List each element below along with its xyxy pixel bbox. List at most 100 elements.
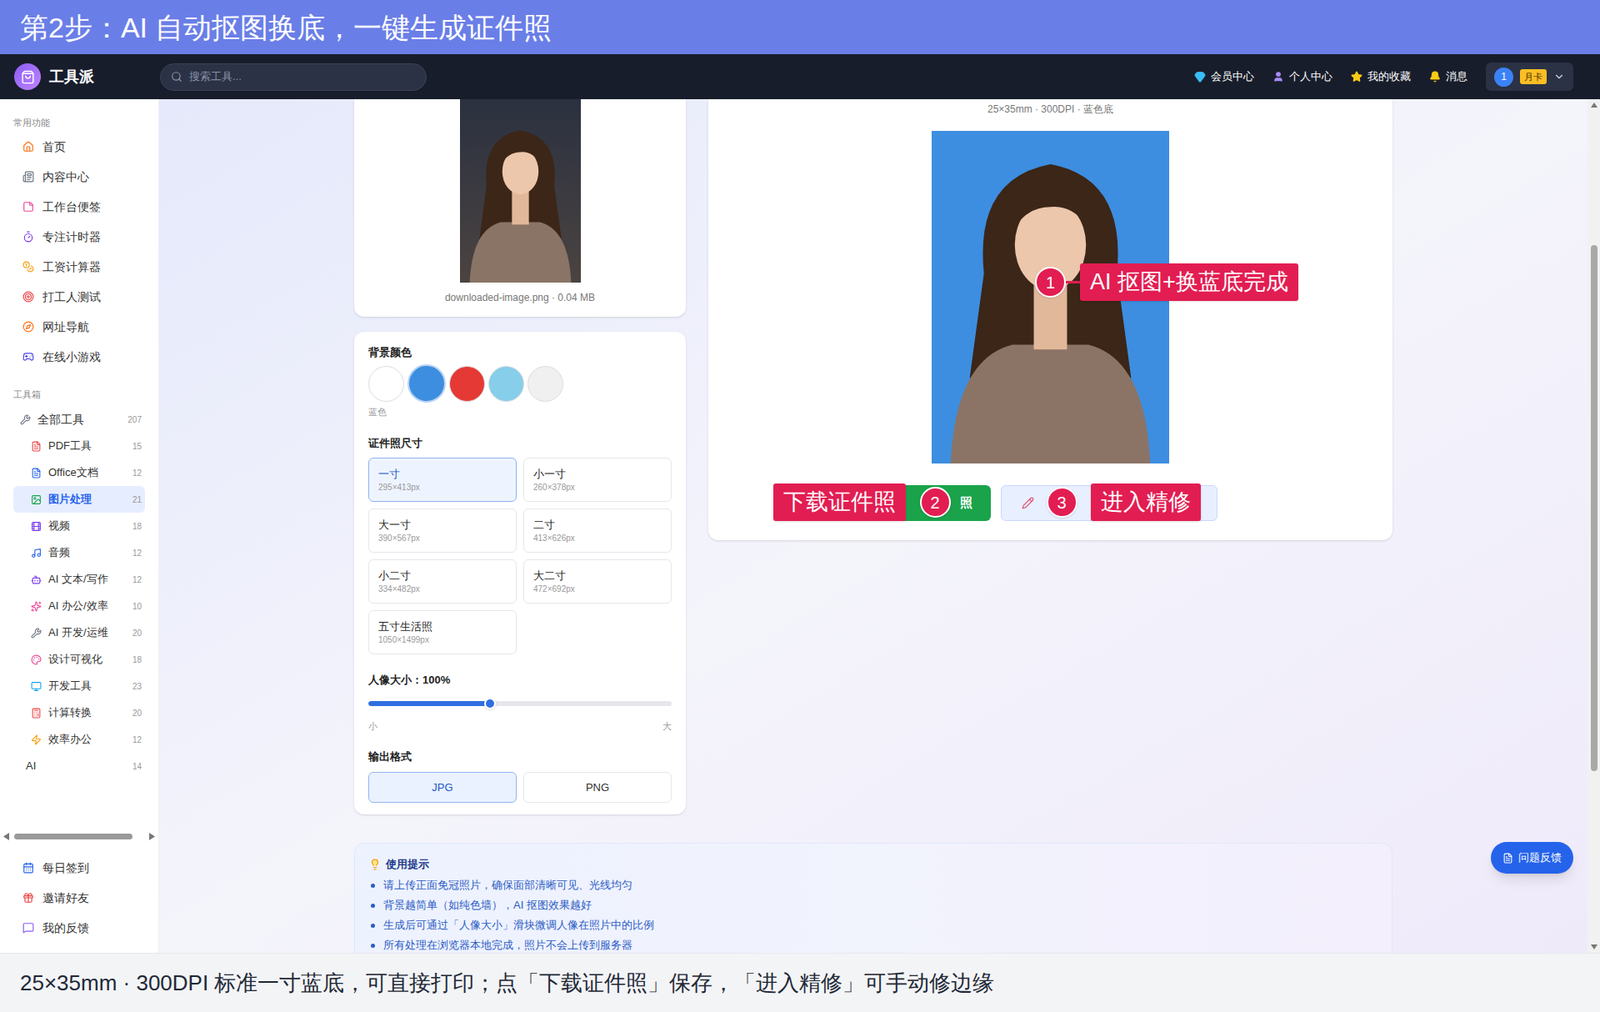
sidebar-tool-item[interactable]: 计算转换20: [13, 699, 145, 726]
sidebar-tool-item[interactable]: AI 开发/运维20: [13, 619, 145, 646]
format-option[interactable]: PNG: [523, 771, 672, 803]
tips-title: 使用提示: [385, 856, 430, 872]
color-swatch[interactable]: [449, 365, 485, 402]
tip-item: 生成后可通过「人像大小」滑块微调人像在照片中的比例: [369, 915, 1378, 935]
sidebar-tool-item[interactable]: 效率办公12: [13, 725, 145, 753]
sidebar-item[interactable]: 在线小游戏: [0, 341, 159, 372]
color-swatch[interactable]: [488, 365, 525, 402]
tip-item: 所有处理在浏览器本地完成，照片不会上传到服务器: [369, 935, 1378, 953]
sidebar-item-count: 12: [132, 546, 142, 560]
sidebar-tool-item[interactable]: 视频18: [13, 512, 145, 540]
annotation-badge: 3: [1046, 486, 1078, 518]
sidebar-tool-item[interactable]: AI 办公/效率10: [13, 592, 145, 620]
sidebar-item[interactable]: 打工人测试: [0, 281, 159, 312]
scroll-left-icon[interactable]: [3, 832, 10, 840]
sidebar-tool-item[interactable]: 音频12: [13, 539, 145, 566]
sidebar-item-icon: [30, 734, 42, 745]
sidebar-item[interactable]: 内容中心: [0, 161, 159, 192]
scroll-down-icon[interactable]: [1590, 944, 1598, 950]
size-option[interactable]: 一寸295×413px: [368, 457, 517, 502]
slider-min: 小: [368, 720, 378, 732]
size-option[interactable]: 小二寸334×482px: [368, 559, 517, 604]
header-nav-item[interactable]: 个人中心: [1272, 68, 1333, 85]
scroll-up-icon[interactable]: [1590, 102, 1598, 108]
scrollbar-thumb[interactable]: [1590, 245, 1598, 771]
color-swatch[interactable]: [368, 365, 405, 402]
sidebar-item[interactable]: 工作台便签: [0, 191, 159, 222]
settings-card: 背景颜色蓝色证件照尺寸一寸295×413px小一寸260×378px大一寸390…: [354, 331, 686, 815]
sidebar-tool-item[interactable]: PDF工具15: [13, 432, 145, 460]
pencil-icon: [1021, 496, 1035, 510]
size-option[interactable]: 大二寸472×692px: [523, 559, 672, 604]
size-option[interactable]: 大一寸390×567px: [368, 508, 517, 553]
sidebar-tool-item[interactable]: 开发工具23: [13, 672, 145, 700]
caption-bar: 25×35mm · 300DPI 标准一寸蓝底，可直接打印；点「下载证件照」保存…: [0, 952, 1600, 1012]
sidebar-item[interactable]: 工资计算器: [0, 251, 159, 282]
sidebar-item-icon: [22, 230, 35, 243]
scroll-right-icon[interactable]: [149, 832, 155, 840]
sidebar-tool-item[interactable]: AI14: [13, 752, 145, 780]
sidebar-item-count: 18: [132, 653, 142, 666]
sidebar-item-icon: [22, 140, 35, 153]
sidebar-item-icon: [30, 547, 42, 559]
logo[interactable]: 工具派: [0, 63, 160, 90]
size-option[interactable]: 二寸413×626px: [523, 508, 672, 553]
user-menu[interactable]: 1月卡: [1485, 62, 1574, 91]
sidebar-tool-item[interactable]: Office文档12: [13, 459, 145, 486]
sidebar-item-count: 21: [132, 493, 142, 506]
sidebar-item[interactable]: 网址导航: [0, 311, 159, 342]
size-option[interactable]: 五寸生活照1050×1499px: [368, 610, 517, 655]
color-swatch[interactable]: [527, 365, 564, 402]
sidebar-item-icon: [30, 600, 42, 612]
slider-max: 大: [662, 720, 672, 732]
sidebar-tool-item[interactable]: AI 文本/写作12: [13, 565, 145, 593]
scrollbar-thumb[interactable]: [14, 833, 133, 840]
sidebar: 常用功能首页内容中心工作台便签专注计时器工资计算器打工人测试网址导航在线小游戏工…: [0, 99, 160, 953]
banner-title: 第2步：AI 自动抠图换底，一键生成证件照: [20, 13, 552, 42]
size-title: 证件照尺寸: [368, 435, 672, 451]
header-nav-item[interactable]: 我的收藏: [1350, 68, 1411, 85]
sidebar-tool-item[interactable]: 全部工具207: [13, 405, 145, 433]
sidebar-item-icon: [22, 290, 35, 303]
slider-thumb[interactable]: [484, 697, 496, 710]
portrait-slider[interactable]: [368, 697, 672, 710]
tips-card: 使用提示请上传正面免冠照片，确保面部清晰可见、光线均匀背景越简单（如纯色墙），A…: [354, 842, 1393, 953]
nav-icon: [1350, 70, 1363, 83]
color-swatch[interactable]: [407, 364, 446, 403]
vertical-scrollbar[interactable]: [1587, 99, 1600, 953]
tip-item: 请上传正面免冠照片，确保面部清晰可见、光线均匀: [369, 875, 1378, 895]
file-info: downloaded-image.png · 0.04 MB: [445, 290, 595, 305]
preview-spec: 25×35mm · 300DPI · 蓝色底: [987, 102, 1114, 116]
search-field[interactable]: 搜索工具...: [160, 63, 427, 91]
sidebar-tool-item[interactable]: 设计可视化18: [13, 645, 145, 673]
sidebar-tool-item[interactable]: 图片处理21: [13, 485, 145, 513]
sidebar-item[interactable]: 专注计时器: [0, 221, 159, 252]
format-option[interactable]: JPG: [368, 771, 517, 803]
screen: 第2步：AI 自动抠图换底，一键生成证件照工具派搜索工具...会员中心个人中心我…: [0, 0, 1600, 1012]
header-nav-item[interactable]: 会员中心: [1194, 68, 1255, 85]
background-title: 背景颜色: [368, 345, 672, 360]
search-icon: [170, 70, 183, 83]
sidebar-item-count: 12: [132, 466, 142, 480]
feedback-button[interactable]: 问题反馈: [1490, 841, 1574, 874]
nav-icon: [1429, 70, 1441, 83]
user-avatar: 1: [1494, 67, 1514, 87]
header-nav-item[interactable]: 消息: [1429, 68, 1468, 85]
sidebar-item-icon: [22, 200, 35, 213]
sidebar-item-icon: [30, 627, 42, 639]
sidebar-hscrollbar[interactable]: [0, 830, 159, 842]
caption-text: 25×35mm · 300DPI 标准一寸蓝底，可直接打印；点「下载证件照」保存…: [20, 966, 995, 1000]
sidebar-footer-item[interactable]: 我的反馈: [0, 912, 159, 943]
preview-card: 25×35mm · 300DPI · 蓝色底1AI 抠图+换蓝底完成照下载证件照…: [708, 99, 1393, 540]
sidebar-item-icon: [30, 707, 42, 719]
format-title: 输出格式: [368, 749, 672, 765]
sidebar-item[interactable]: 首页: [0, 131, 159, 162]
sidebar-item-icon: [22, 350, 35, 363]
sidebar-item-icon: [30, 654, 42, 665]
sidebar-footer-item[interactable]: 每日签到: [0, 852, 159, 883]
annotation-badge: 1: [1035, 266, 1066, 298]
sidebar-footer-item[interactable]: 邀请好友: [0, 882, 159, 913]
size-option[interactable]: 小一寸260×378px: [523, 457, 672, 502]
sidebar-item-icon: [30, 574, 42, 585]
annotation-badge: 2: [920, 486, 951, 518]
